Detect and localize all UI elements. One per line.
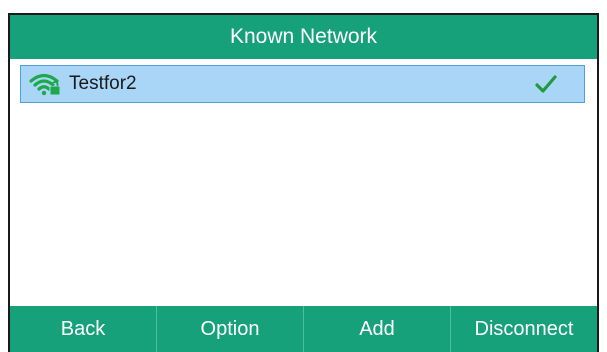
title-bar: Known Network [10,15,597,59]
back-button[interactable]: Back [10,306,157,352]
page-title: Known Network [229,25,378,48]
disconnect-button[interactable]: Disconnect [451,306,597,352]
phone-screen: Known Network Testfor2 Back Option Add D… [8,13,599,352]
softkey-bar: Back Option Add Disconnect [10,306,597,352]
wifi-locked-icon [29,72,63,96]
add-button[interactable]: Add [304,306,451,352]
network-name: Testfor2 [69,73,137,94]
network-list: Testfor2 [10,59,597,306]
checkmark-icon [534,73,558,95]
option-button[interactable]: Option [157,306,304,352]
network-item-testfor2[interactable]: Testfor2 [20,65,585,103]
